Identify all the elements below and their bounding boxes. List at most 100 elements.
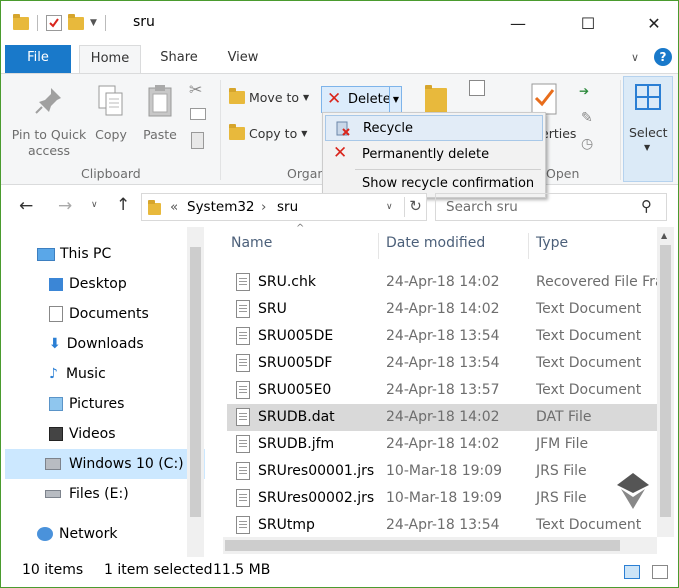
copy-to-button[interactable]: Copy to ▼ — [229, 124, 307, 141]
cut-icon[interactable]: ✂ — [189, 80, 202, 99]
nav-item-pictures[interactable]: Pictures — [1, 389, 205, 419]
scroll-thumb[interactable] — [660, 245, 671, 517]
refresh-icon[interactable]: ↻ — [404, 197, 426, 217]
table-row[interactable]: SRU005DE 24-Apr-18 13:54 Text Document — [227, 323, 657, 350]
minimize-ribbon-icon[interactable]: ∨ — [631, 51, 639, 64]
navpane-scrollbar[interactable] — [187, 227, 204, 557]
address-dropdown-icon[interactable]: ∨ — [386, 202, 393, 212]
recent-locations-icon[interactable]: ∨ — [91, 200, 98, 210]
details-view-icon[interactable] — [624, 565, 640, 579]
cell-type: JRS File — [536, 463, 587, 479]
cell-name: SRUDB.jfm — [258, 436, 335, 452]
table-row[interactable]: SRUres00002.jrs 10-Mar-18 19:09 JRS File — [227, 485, 657, 512]
dropdown-arrow-icon: ▼ — [644, 143, 651, 152]
copy-to-label: Copy to — [249, 126, 298, 141]
help-icon[interactable]: ? — [654, 48, 672, 66]
separator — [378, 233, 379, 259]
table-row[interactable]: SRUres00001.jrs 10-Mar-18 19:09 JRS File — [227, 458, 657, 485]
nav-item-label: This PC — [60, 246, 112, 262]
cell-name: SRUres00001.jrs — [258, 463, 375, 479]
copy-path-icon[interactable] — [190, 108, 206, 120]
column-header-date[interactable]: Date modified — [386, 235, 485, 251]
tiles-view-icon[interactable] — [652, 565, 668, 579]
nav-item-documents[interactable]: Documents — [1, 299, 205, 329]
address-bar[interactable]: « System32 › sru ∨ ↻ — [141, 193, 427, 221]
tab-share[interactable]: Share — [151, 45, 207, 73]
nav-item-music[interactable]: ♪ Music — [1, 359, 205, 389]
horizontal-scrollbar[interactable] — [223, 537, 657, 554]
select-button[interactable]: Select ▼ — [623, 76, 673, 182]
new-item-icon[interactable] — [469, 80, 485, 96]
cell-date: 10-Mar-18 19:09 — [386, 463, 503, 479]
separator — [220, 80, 221, 180]
table-row[interactable]: SRUtmp 24-Apr-18 13:54 Text Document — [227, 512, 657, 539]
search-icon[interactable]: ⚲ — [641, 197, 652, 215]
delete-button[interactable]: ✕ Delete ▼ — [321, 86, 402, 113]
breadcrumb-chevron-icon[interactable]: › — [261, 199, 266, 215]
status-item-count: 10 items — [22, 562, 84, 578]
table-row[interactable]: SRU005DF 24-Apr-18 13:54 Text Document — [227, 350, 657, 377]
table-row[interactable]: SRU005E0 24-Apr-18 13:57 Text Document — [227, 377, 657, 404]
tab-view[interactable]: View — [217, 45, 269, 73]
pin-to-quick-access-button[interactable]: Pin to Quick access — [9, 84, 89, 159]
paste-shortcut-icon[interactable] — [191, 132, 204, 149]
scroll-thumb[interactable] — [190, 247, 201, 517]
cell-type: Text Document — [536, 328, 642, 344]
back-arrow-icon[interactable]: ← — [19, 196, 33, 216]
breadcrumb-sru[interactable]: sru — [277, 199, 298, 215]
table-row[interactable]: SRUDB.dat 24-Apr-18 14:02 DAT File — [227, 404, 657, 431]
up-arrow-icon[interactable]: ↑ — [116, 195, 130, 215]
cell-name: SRU.chk — [258, 274, 316, 290]
history-icon[interactable]: ◷ — [581, 136, 593, 152]
breadcrumb-system32[interactable]: System32 — [187, 199, 255, 215]
breadcrumb-overflow[interactable]: « — [170, 199, 178, 215]
properties-check-icon[interactable] — [46, 15, 62, 31]
minimize-button[interactable]: — — [495, 1, 541, 45]
forward-arrow-icon[interactable]: → — [58, 196, 72, 216]
copy-button[interactable]: Copy — [89, 84, 133, 142]
network-icon — [37, 527, 53, 541]
properties-label: erties — [541, 126, 577, 141]
nav-item-videos[interactable]: Videos — [1, 419, 205, 449]
column-header-type[interactable]: Type — [536, 235, 568, 251]
tab-home[interactable]: Home — [79, 45, 141, 74]
ribbon-tabs: File Home Share View ∨ ? — [1, 45, 678, 74]
search-box[interactable]: Search sru ⚲ — [435, 193, 667, 221]
cell-name: SRU005E0 — [258, 382, 332, 398]
cell-date: 24-Apr-18 13:54 — [386, 328, 500, 344]
edit-icon[interactable]: ✎ — [581, 110, 593, 126]
status-selected: 1 item selected — [104, 562, 213, 578]
qat-dropdown-icon[interactable]: ▼ — [90, 18, 97, 28]
nav-item-files-e[interactable]: Files (E:) — [1, 479, 205, 509]
filelist-scrollbar[interactable]: ▲ — [657, 227, 674, 537]
close-button[interactable]: ✕ — [631, 1, 677, 45]
nav-item-label: Videos — [69, 426, 116, 442]
table-row[interactable]: SRU.chk 24-Apr-18 14:02 Recovered File Fra — [227, 269, 664, 296]
nav-item-desktop[interactable]: Desktop — [1, 269, 205, 299]
menu-item-permanently-delete[interactable]: ✕ Permanently delete — [325, 142, 543, 168]
column-header-name[interactable]: Name — [231, 235, 272, 251]
nav-item-windows-c[interactable]: Windows 10 (C:) — [5, 449, 205, 479]
open-icon[interactable]: ➔ — [579, 84, 589, 98]
table-row[interactable]: SRUDB.jfm 24-Apr-18 14:02 JFM File — [227, 431, 657, 458]
maximize-button[interactable]: ☐ — [565, 1, 611, 45]
cell-date: 24-Apr-18 13:57 — [386, 382, 500, 398]
dropdown-arrow-icon[interactable]: ▼ — [389, 87, 402, 112]
videos-icon — [49, 427, 63, 441]
paste-button[interactable]: Paste — [137, 84, 183, 142]
table-row[interactable]: SRU 24-Apr-18 14:02 Text Document — [227, 296, 657, 323]
clipboard-group-label: Clipboard — [81, 166, 141, 181]
move-to-button[interactable]: Move to ▼ — [229, 88, 309, 105]
tab-file[interactable]: File — [5, 45, 71, 73]
scroll-up-icon[interactable]: ▲ — [661, 231, 667, 240]
nav-item-this-pc[interactable]: This PC — [1, 239, 205, 269]
nav-item-downloads[interactable]: ⬇ Downloads — [1, 329, 205, 359]
file-icon — [236, 462, 250, 480]
nav-item-network[interactable]: Network — [1, 519, 205, 549]
search-placeholder: Search sru — [446, 199, 518, 215]
new-folder-icon[interactable] — [68, 13, 84, 30]
cell-name: SRU — [258, 301, 287, 317]
menu-item-recycle[interactable]: Recycle — [325, 115, 543, 141]
scroll-thumb[interactable] — [225, 540, 620, 551]
file-icon — [236, 327, 250, 345]
